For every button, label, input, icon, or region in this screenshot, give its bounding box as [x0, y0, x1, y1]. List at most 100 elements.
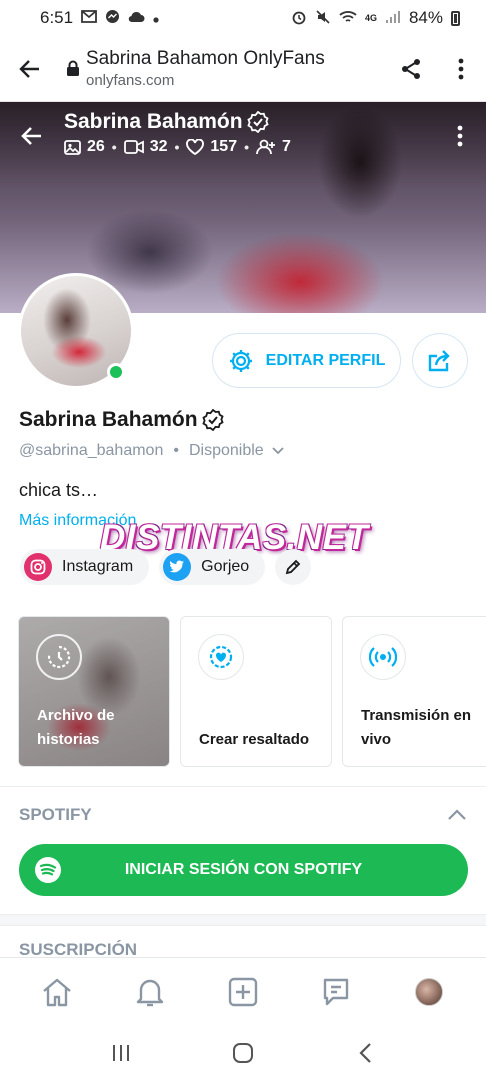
system-navigation [0, 1025, 486, 1080]
cover-header: Sabrina Bahamón 26 • 32 • 157 • 7 [0, 102, 486, 182]
handle-row: @sabrina_bahamon • Disponible [19, 442, 284, 460]
home-button[interactable] [218, 1033, 268, 1073]
stat-videos-count: 32 [149, 138, 168, 155]
history-icon [36, 634, 82, 680]
edit-profile-button[interactable]: EDITAR PERFIL [212, 333, 401, 388]
status-bar-right: 4G 84% [291, 8, 460, 28]
cloud-icon [128, 10, 145, 26]
wifi-icon [339, 10, 357, 27]
arrow-left-icon [21, 127, 41, 145]
chevron-left-icon [359, 1042, 371, 1063]
more-vertical-icon [457, 125, 463, 147]
battery-percent: 84% [408, 8, 443, 27]
story-archive-label: Archivo de historias [37, 707, 115, 748]
spotify-icon [35, 857, 61, 883]
stat-photos-count: 26 [87, 138, 105, 155]
arrow-left-icon [19, 59, 39, 78]
highlights-row: Archivo de historias Crear resaltado Tra… [18, 616, 486, 767]
section-gap [0, 914, 486, 926]
bottom-navigation [0, 957, 486, 1025]
stat-photos: 26 [64, 138, 105, 156]
availability-status: Disponible [188, 442, 264, 459]
recents-button[interactable] [96, 1033, 146, 1073]
browser-url: onlyfans.com [86, 71, 175, 89]
alarm-icon [291, 9, 307, 28]
browser-menu-button[interactable] [436, 36, 486, 102]
twitter-label: Gorjeo [201, 558, 250, 575]
cover-name-text: Sabrina Bahamón [64, 110, 243, 133]
create-highlight-label: Crear resaltado [199, 731, 310, 748]
profile-name-text: Sabrina Bahamón [19, 408, 198, 431]
bell-icon [136, 979, 163, 1006]
spotify-title: SPOTIFY [19, 805, 92, 824]
cover-stats: 26 • 32 • 157 • 7 [64, 138, 291, 156]
heart-icon [186, 139, 205, 155]
nav-avatar [415, 977, 444, 1006]
message-icon [323, 978, 349, 1005]
messenger-icon [105, 9, 120, 27]
live-stream-card[interactable]: Transmisión en vivo [342, 616, 486, 767]
live-broadcast-icon [360, 634, 406, 680]
story-archive-card[interactable]: Archivo de historias [18, 616, 170, 767]
stat-videos: 32 [123, 138, 168, 156]
nav-new-post[interactable] [219, 968, 267, 1016]
instagram-link[interactable]: Instagram [20, 549, 150, 585]
spotify-login-label: INICIAR SESIÓN CON SPOTIFY [124, 861, 363, 878]
nav-profile[interactable] [405, 968, 453, 1016]
availability-dropdown[interactable]: Disponible [189, 442, 284, 460]
separator-dot: • [174, 139, 180, 155]
back-button[interactable] [340, 1033, 390, 1073]
separator-dot: • [173, 442, 179, 459]
edit-profile-label: EDITAR PERFIL [265, 351, 386, 369]
image-icon [64, 139, 81, 155]
video-icon [123, 140, 144, 154]
nav-home[interactable] [33, 968, 81, 1016]
browser-toolbar: Sabrina Bahamon OnlyFans onlyfans.com [0, 36, 486, 102]
live-stream-label: Transmisión en vivo [361, 707, 472, 748]
verified-icon [246, 111, 269, 133]
online-status-dot [107, 363, 125, 381]
edit-socials-button[interactable] [275, 549, 312, 585]
notification-dot-icon [153, 10, 159, 26]
separator-dot: • [111, 139, 117, 155]
spotify-login-button[interactable]: INICIAR SESIÓN CON SPOTIFY [19, 844, 468, 896]
home-circle-icon [233, 1042, 253, 1063]
separator-dot: • [244, 139, 250, 155]
profile-menu-button[interactable] [448, 120, 472, 152]
stat-likes-count: 157 [210, 138, 238, 155]
mute-icon [315, 9, 331, 28]
twitter-link[interactable]: Gorjeo [159, 549, 266, 585]
lock-icon [60, 60, 86, 77]
status-bar: 6:51 4G 84% [0, 0, 486, 36]
gear-icon [229, 349, 252, 372]
fans-icon [256, 139, 276, 155]
twitter-bird-icon [163, 553, 192, 581]
browser-page-title: Sabrina Bahamon OnlyFans [86, 47, 325, 69]
verified-icon [201, 409, 224, 431]
profile-back-button[interactable] [14, 118, 50, 154]
stat-fans-count: 7 [282, 138, 291, 155]
nav-messages[interactable] [312, 968, 360, 1016]
browser-address[interactable]: Sabrina Bahamon OnlyFans onlyfans.com [86, 47, 386, 91]
page: 6:51 4G 84% Sabrina Bahamon OnlyFans onl… [0, 0, 486, 1080]
battery-icon [451, 10, 460, 26]
create-highlight-card[interactable]: Crear resaltado [180, 616, 332, 767]
more-vertical-icon [458, 58, 464, 79]
status-time: 6:51 [40, 8, 74, 27]
pencil-icon [285, 559, 301, 575]
status-bar-left: 6:51 [40, 8, 159, 28]
recents-icon [113, 1044, 129, 1061]
browser-back-button[interactable] [0, 36, 60, 102]
cover-name: Sabrina Bahamón [64, 110, 269, 134]
spotify-section-header[interactable]: SPOTIFY [19, 800, 467, 830]
nav-notifications[interactable] [126, 968, 174, 1016]
profile-bio: chica ts… [19, 480, 99, 500]
share-out-icon [428, 349, 450, 371]
browser-share-button[interactable] [386, 36, 436, 102]
network-type: 4G [364, 13, 377, 23]
social-links: Instagram Gorjeo [20, 549, 312, 585]
subscription-title: SUSCRIPCIÓN [19, 940, 138, 958]
instagram-label: Instagram [62, 558, 134, 575]
instagram-icon [24, 553, 52, 581]
share-profile-button[interactable] [412, 333, 468, 388]
